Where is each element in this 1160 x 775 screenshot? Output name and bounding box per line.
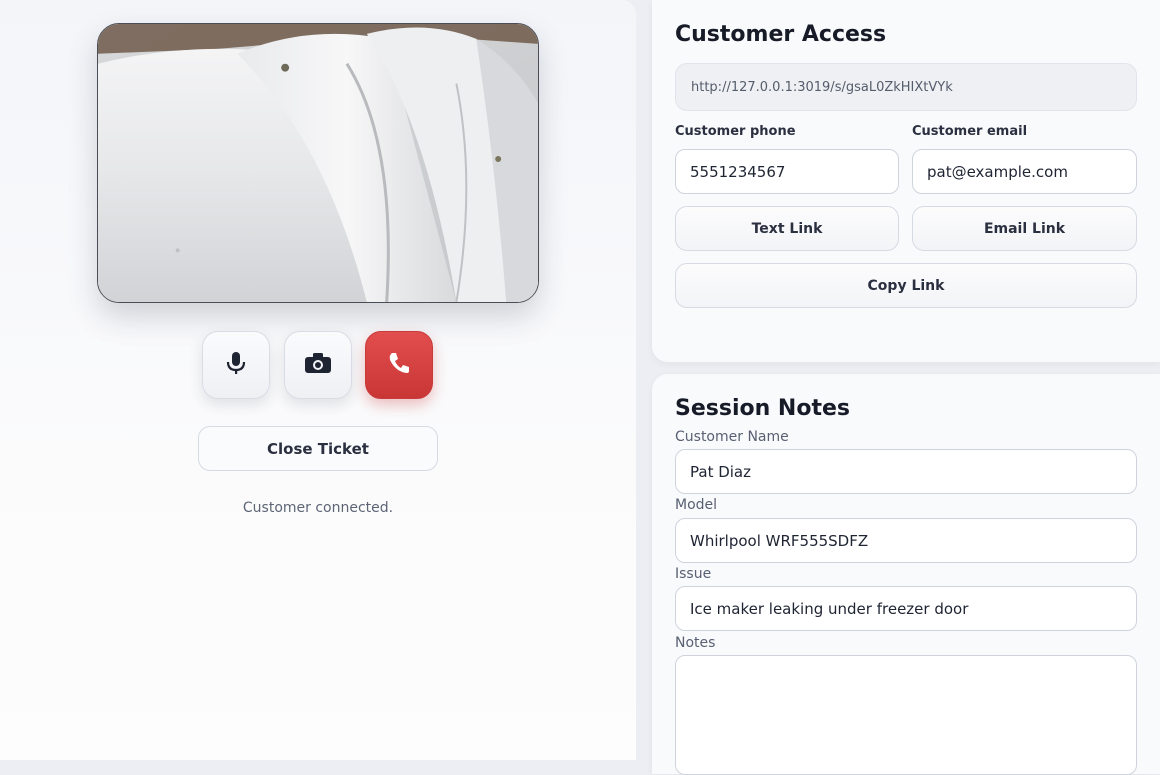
phone-hangup-icon (386, 350, 412, 380)
customer-access-panel: Customer Access http://127.0.0.1:3019/s/… (652, 0, 1160, 362)
customer-email-input[interactable] (912, 149, 1137, 194)
camera-icon (304, 352, 332, 378)
video-pane: Close Ticket Customer connected. (0, 0, 636, 760)
close-ticket-button[interactable]: Close Ticket (198, 426, 438, 471)
issue-label: Issue (675, 566, 712, 582)
model-input[interactable] (675, 518, 1137, 563)
session-notes-title: Session Notes (675, 396, 850, 421)
customer-name-input[interactable] (675, 449, 1137, 494)
issue-input[interactable] (675, 586, 1137, 631)
customer-phone-label: Customer phone (675, 124, 796, 139)
microphone-button[interactable] (202, 331, 270, 399)
notes-textarea[interactable] (675, 655, 1137, 775)
connection-status: Customer connected. (242, 500, 394, 516)
customer-email-label: Customer email (912, 124, 1028, 139)
copy-link-button[interactable]: Copy Link (675, 263, 1137, 308)
text-link-button[interactable]: Text Link (675, 206, 899, 251)
end-call-button[interactable] (365, 331, 433, 399)
video-feed (97, 23, 539, 303)
model-label: Model (675, 497, 718, 513)
customer-link-url[interactable]: http://127.0.0.1:3019/s/gsaL0ZkHIXtVYk (675, 63, 1137, 111)
customer-name-label: Customer Name (675, 429, 789, 445)
microphone-icon (224, 350, 248, 380)
camera-button[interactable] (284, 331, 352, 399)
customer-access-title: Customer Access (675, 22, 887, 47)
notes-label: Notes (675, 635, 716, 651)
session-notes-panel: Session Notes Customer Name Model Issue … (652, 374, 1160, 775)
customer-phone-input[interactable] (675, 149, 899, 194)
email-link-button[interactable]: Email Link (912, 206, 1137, 251)
